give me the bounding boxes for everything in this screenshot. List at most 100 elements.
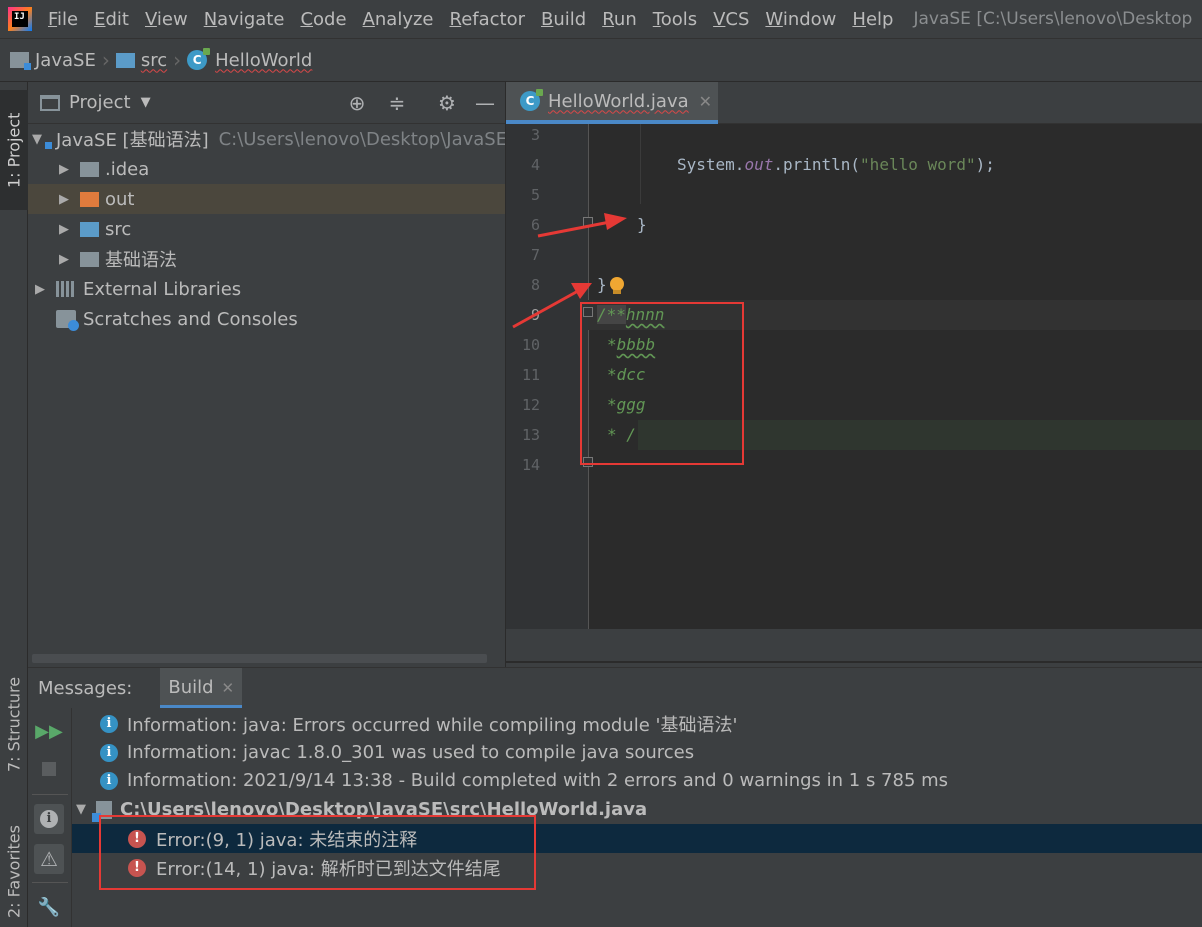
folder-icon: [80, 251, 99, 267]
warning-filter-icon[interactable]: ⚠: [34, 844, 64, 874]
line-number: 6: [530, 216, 540, 234]
menu-refactor[interactable]: Refactor: [450, 9, 526, 30]
stop-icon[interactable]: [34, 754, 64, 784]
expand-arrow-icon[interactable]: ▶: [56, 192, 72, 207]
close-icon[interactable]: ✕: [222, 679, 235, 697]
expand-arrow-icon[interactable]: ▶: [32, 282, 48, 297]
breadcrumb-project[interactable]: JavaSE ›: [10, 48, 116, 72]
tab-structure-tool[interactable]: 7: Structure: [0, 672, 28, 777]
menu-code[interactable]: Code: [300, 9, 346, 30]
editor-footer: [506, 629, 1202, 667]
build-message-info[interactable]: i Information: javac 1.8.0_301 was used …: [100, 738, 694, 767]
line-number: 11: [521, 366, 540, 384]
folder-icon: [115, 52, 135, 68]
line-number: 13: [521, 426, 540, 444]
build-message-info[interactable]: i Information: java: Errors occurred whi…: [100, 709, 737, 738]
menu-window[interactable]: Window: [765, 9, 836, 30]
window-title: JavaSE [C:\Users\lenovo\Desktop: [913, 9, 1193, 29]
message-text: Information: java: Errors occurred while…: [127, 714, 738, 736]
tree-item-label: External Libraries: [83, 278, 242, 300]
breadcrumb-file[interactable]: C HelloWorld: [187, 48, 313, 71]
chevron-right-icon: ›: [101, 48, 110, 72]
tree-item-scratches[interactable]: Scratches and Consoles: [28, 304, 505, 334]
tree-item-label: JavaSE [基础语法]: [56, 130, 209, 151]
expand-arrow-icon[interactable]: ▼: [32, 132, 42, 147]
fold-marker-icon[interactable]: [583, 217, 593, 227]
horizontal-scrollbar[interactable]: [32, 654, 487, 663]
menu-navigate[interactable]: Navigate: [204, 9, 285, 30]
tree-item-label: 基础语法: [105, 250, 177, 271]
library-icon: [56, 281, 76, 297]
tree-item-path: C:\Users\lenovo\Desktop\JavaSE: [218, 128, 506, 150]
java-class-icon: C: [520, 89, 543, 111]
build-message-info[interactable]: i Information: 2021/9/14 13:38 - Build c…: [100, 766, 948, 795]
folder-icon: [80, 221, 99, 237]
expand-arrow-icon[interactable]: ▶: [56, 162, 72, 177]
breadcrumb-src-label: src: [140, 49, 168, 71]
collapse-all-icon[interactable]: ≑: [385, 91, 409, 115]
info-filter-icon[interactable]: i: [34, 804, 64, 834]
tree-item-module[interactable]: ▶ 基础语法: [28, 244, 505, 274]
annotation-box-comment: [580, 302, 744, 465]
expand-arrow-icon[interactable]: ▶: [56, 252, 72, 267]
project-panel-header: Project ▼ ⊕ ≑ ⚙ —: [28, 82, 505, 124]
build-tab-bar: Messages: Build ✕: [28, 668, 1202, 708]
breadcrumb-file-label: HelloWorld: [215, 49, 313, 71]
expand-arrow-icon[interactable]: ▶: [56, 222, 72, 237]
menu-analyze[interactable]: Analyze: [363, 9, 434, 30]
menu-tools[interactable]: Tools: [653, 9, 697, 30]
line-number: 8: [530, 276, 540, 294]
breadcrumb-src[interactable]: src ›: [115, 48, 187, 72]
left-tool-strip: 1: Project 7: Structure 2: Favorites: [0, 82, 28, 927]
intellij-logo-icon: IJ: [8, 7, 32, 31]
tree-item-external-libraries[interactable]: ▶ External Libraries: [28, 274, 505, 304]
intention-bulb-icon[interactable]: [610, 277, 624, 291]
tree-item-src[interactable]: ▶ src: [28, 214, 505, 244]
menu-edit[interactable]: Edit: [94, 9, 129, 30]
folder-icon: [80, 161, 99, 177]
indent-guide: [640, 124, 641, 204]
menu-view[interactable]: View: [145, 9, 188, 30]
tree-item-idea[interactable]: ▶ .idea: [28, 154, 505, 184]
line-number: 7: [530, 246, 540, 264]
expand-arrow-icon[interactable]: ▼: [76, 802, 86, 817]
breadcrumb: JavaSE › src › C HelloWorld: [0, 38, 1202, 82]
tree-item-javase[interactable]: ▼ JavaSE [基础语法] C:\Users\lenovo\Desktop\…: [28, 124, 505, 154]
menu-vcs[interactable]: VCS: [713, 9, 749, 30]
tree-item-label: .idea: [105, 158, 150, 180]
info-icon: i: [100, 771, 118, 790]
tree-item-label: src: [105, 218, 132, 240]
menu-help[interactable]: Help: [852, 9, 893, 30]
tab-label: HelloWorld.java: [548, 90, 689, 112]
menu-bar: IJ File Edit View Navigate Code Analyze …: [0, 0, 1202, 38]
build-toolbar: ▶▶ i ⚠ 🔧: [28, 708, 72, 927]
close-icon[interactable]: ✕: [699, 92, 712, 111]
wrench-icon[interactable]: 🔧: [34, 892, 64, 922]
message-text: Information: 2021/9/14 13:38 - Build com…: [127, 770, 949, 791]
rerun-icon[interactable]: ▶▶: [34, 716, 64, 746]
tab-helloworld-java[interactable]: C HelloWorld.java ✕: [506, 82, 718, 124]
code-line-4: System.out.println("hello word");: [677, 155, 995, 174]
gear-icon[interactable]: ⚙: [435, 91, 459, 115]
line-number: 4: [530, 156, 540, 174]
message-text: Information: javac 1.8.0_301 was used to…: [127, 742, 695, 763]
menu-build[interactable]: Build: [541, 9, 586, 30]
line-number: 14: [521, 456, 540, 474]
tab-favorites-tool[interactable]: 2: Favorites: [0, 817, 28, 927]
project-panel-title[interactable]: Project: [69, 92, 131, 113]
project-view-icon: [40, 94, 60, 111]
tab-build[interactable]: Build ✕: [160, 668, 243, 708]
chevron-right-icon: ›: [173, 48, 182, 72]
intention-bulb-base: [613, 290, 621, 294]
chevron-down-icon[interactable]: ▼: [141, 95, 151, 110]
line-number: 12: [521, 396, 540, 414]
menu-file[interactable]: File: [48, 9, 78, 30]
tree-item-out[interactable]: ▶ out: [28, 184, 505, 214]
tab-project-tool[interactable]: 1: Project: [0, 90, 28, 210]
menu-run[interactable]: Run: [602, 9, 637, 30]
tree-item-label: Scratches and Consoles: [83, 308, 298, 330]
minimize-icon[interactable]: —: [473, 91, 497, 115]
locate-icon[interactable]: ⊕: [345, 91, 369, 115]
project-panel: Project ▼ ⊕ ≑ ⚙ — ▼ JavaSE [基础语法] C:\Use…: [28, 82, 506, 667]
editor-tab-bar: C HelloWorld.java ✕: [506, 82, 1202, 124]
